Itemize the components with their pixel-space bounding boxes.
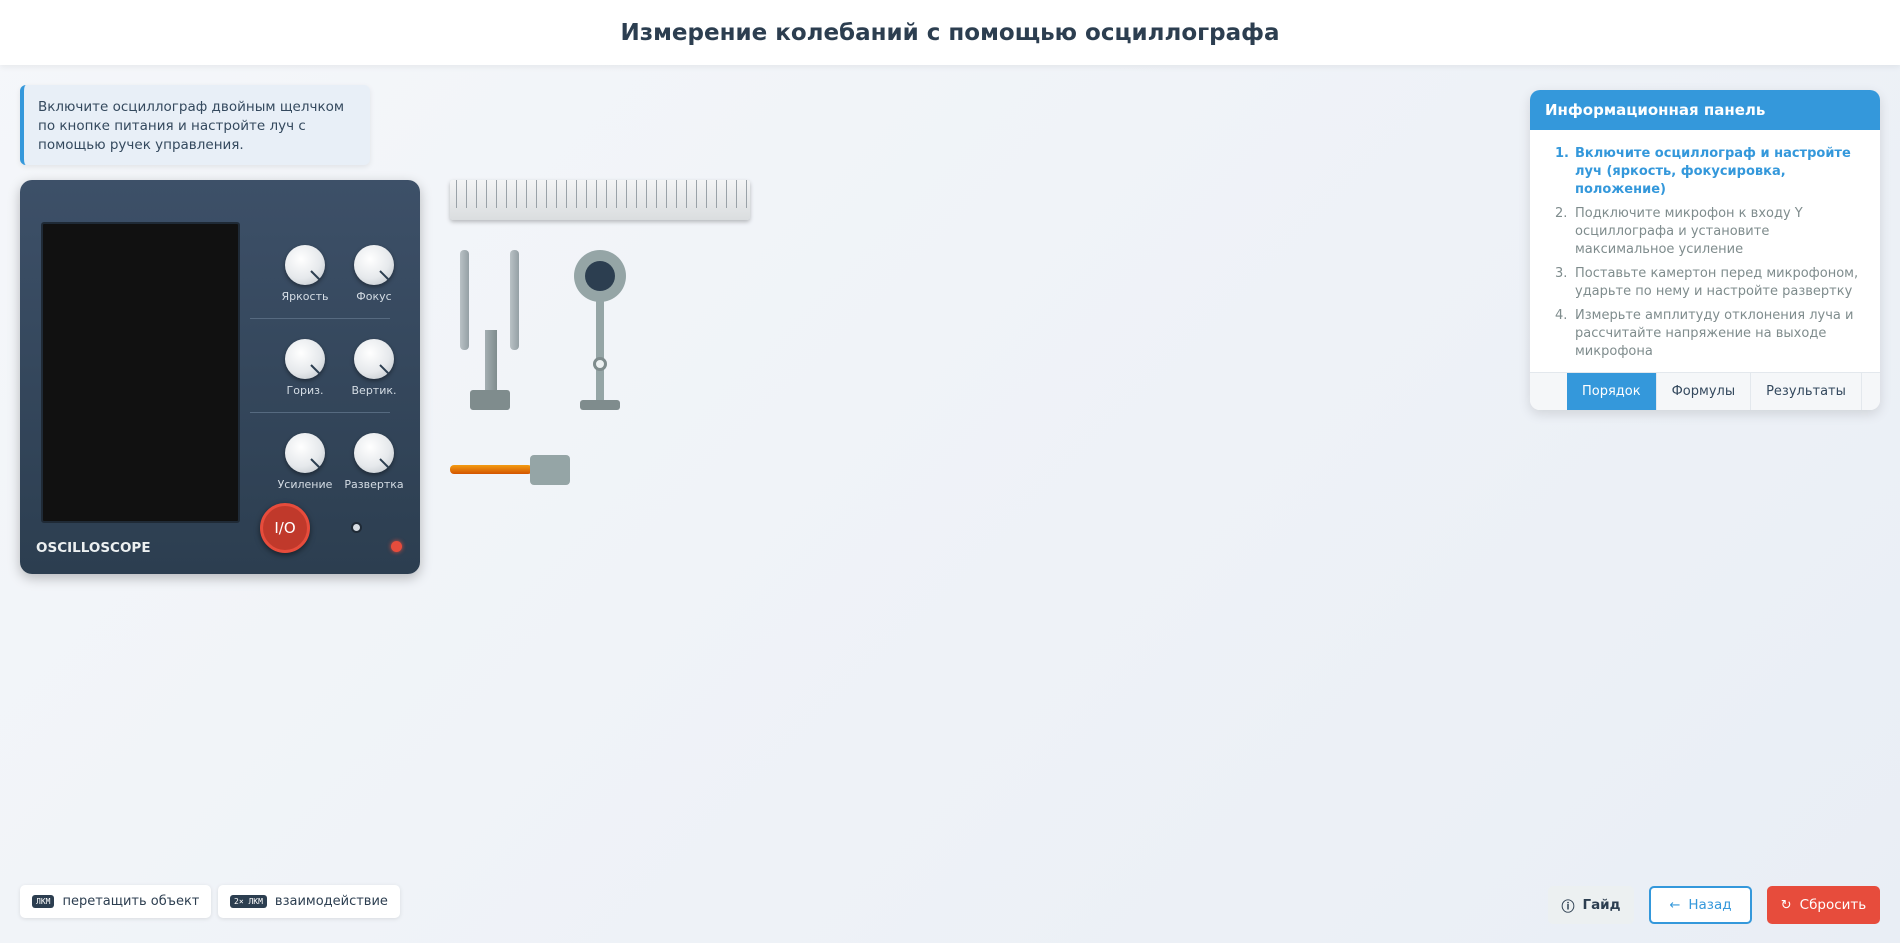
- knob-icon[interactable]: [354, 245, 394, 285]
- oscilloscope-screen: [41, 222, 240, 523]
- panel-title: Информационная панель: [1530, 90, 1880, 130]
- oscilloscope-label: OSCILLOSCOPE: [36, 540, 151, 556]
- step-item: 4. Измерьте амплитуду отклонения луча и …: [1555, 308, 1854, 359]
- mouse-key-badge: 2× ЛКМ: [230, 895, 267, 908]
- arrow-left-icon: ←: [1669, 897, 1681, 913]
- reset-icon: ↻: [1780, 897, 1792, 913]
- fork-prong-right[interactable]: [510, 250, 519, 350]
- knob-brightness[interactable]: Яркость: [270, 245, 340, 303]
- divider: [250, 412, 390, 413]
- fork-base[interactable]: [470, 390, 510, 410]
- mouse-key-badge: ЛКМ: [32, 895, 55, 908]
- knob-vertical[interactable]: Вертик.: [339, 339, 409, 397]
- reset-button[interactable]: ↻ Сбросить: [1767, 886, 1880, 924]
- ruler[interactable]: [450, 180, 750, 220]
- fork-prong-left[interactable]: [460, 250, 469, 350]
- knob-icon[interactable]: [354, 433, 394, 473]
- knob-label: Вертик.: [351, 384, 397, 397]
- tab-results[interactable]: Результаты: [1751, 373, 1862, 410]
- knob-icon[interactable]: [285, 339, 325, 379]
- drag-hint: ЛКМ перетащить объект: [20, 885, 212, 918]
- knob-label: Развертка: [344, 478, 404, 491]
- panel-tabs: Порядок Формулы Результаты: [1530, 372, 1880, 410]
- divider: [250, 318, 390, 319]
- knob-focus[interactable]: Фокус: [339, 245, 409, 303]
- power-led-icon: [391, 541, 402, 552]
- knob-label: Фокус: [356, 290, 392, 303]
- microphone-icon[interactable]: [574, 250, 626, 302]
- info-panel: Информационная панель 1. Включите осцилл…: [1530, 90, 1880, 410]
- microphone-jack[interactable]: [593, 357, 607, 371]
- step-item: 1. Включите осциллограф и настройте луч …: [1555, 146, 1851, 197]
- step-item: 2. Подключите микрофон к входу Y осцилло…: [1555, 206, 1803, 257]
- page-title: Измерение колебаний с помощью осциллогра…: [620, 19, 1280, 46]
- microphone-stand[interactable]: [596, 300, 604, 402]
- microphone-base[interactable]: [580, 400, 620, 410]
- knob-sweep[interactable]: Развертка: [339, 433, 409, 491]
- fork-stem[interactable]: [485, 330, 497, 390]
- steps-list: 1. Включите осциллограф и настройте луч …: [1530, 130, 1880, 362]
- knob-label: Усиление: [277, 478, 333, 491]
- knob-gain[interactable]: Усиление: [270, 433, 340, 491]
- instruction-hint: Включите осциллограф двойным щелчком по …: [20, 85, 370, 165]
- knob-icon[interactable]: [285, 433, 325, 473]
- knob-icon[interactable]: [354, 339, 394, 379]
- app-header: Измерение колебаний с помощью осциллогра…: [0, 0, 1900, 65]
- info-icon: ⓘ: [1561, 899, 1575, 915]
- knob-icon[interactable]: [285, 245, 325, 285]
- interact-hint: 2× ЛКМ взаимодействие: [218, 885, 400, 918]
- step-item: 3. Поставьте камертон перед микрофоном, …: [1555, 266, 1859, 299]
- knob-label: Гориз.: [286, 384, 324, 397]
- knob-horizontal[interactable]: Гориз.: [270, 339, 340, 397]
- hammer-head[interactable]: [530, 455, 570, 485]
- guide-button[interactable]: ⓘ Гайд: [1548, 886, 1634, 924]
- input-y-jack[interactable]: [351, 522, 362, 533]
- hammer-handle[interactable]: [450, 465, 532, 474]
- tab-formulas[interactable]: Формулы: [1656, 373, 1752, 410]
- back-button[interactable]: ← Назад: [1649, 886, 1752, 924]
- oscilloscope[interactable]: Яркость Фокус Гориз. Вертик. Усиление Ра…: [20, 180, 420, 574]
- knob-label: Яркость: [281, 290, 329, 303]
- power-button[interactable]: I/O: [260, 503, 310, 553]
- tab-order[interactable]: Порядок: [1567, 373, 1657, 410]
